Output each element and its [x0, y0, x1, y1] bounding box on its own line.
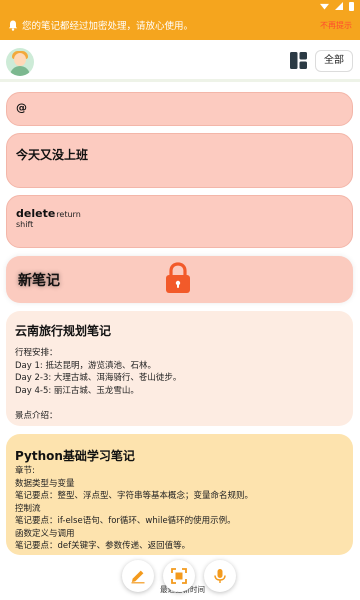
- wifi-icon: [320, 3, 329, 10]
- note-title: 云南旅行规划笔记: [15, 324, 112, 338]
- bell-icon: [8, 20, 18, 31]
- layout-toggle-icon[interactable]: [290, 52, 307, 69]
- lock-icon[interactable]: [165, 262, 191, 294]
- note-title-suffix: return: [56, 210, 81, 219]
- note-card[interactable]: Python基础学习笔记 章节: 数据类型与变量 笔记要点：整型、浮点型、字符串…: [6, 434, 353, 555]
- note-card[interactable]: 今天又没上班: [6, 133, 353, 188]
- notification-banner: 您的笔记都经过加密处理，请放心使用。 不再提示: [0, 0, 360, 40]
- note-title: @: [16, 101, 27, 114]
- note-body: 章节: 数据类型与变量 笔记要点：整型、浮点型、字符串等基本概念；变量命名规则。…: [15, 466, 254, 551]
- battery-icon: [349, 1, 354, 11]
- new-note-button[interactable]: [122, 560, 154, 592]
- note-card[interactable]: delete return shift: [6, 195, 353, 248]
- pencil-icon: [131, 570, 145, 584]
- scan-button[interactable]: [163, 560, 195, 592]
- note-card[interactable]: 云南旅行规划笔记 行程安排： Day 1: 抵达昆明，游览滇池、石林。 Day …: [6, 311, 353, 426]
- voice-note-button[interactable]: [204, 560, 236, 592]
- note-body: 行程安排： Day 1: 抵达昆明，游览滇池、石林。 Day 2-3: 大理古城…: [15, 348, 182, 421]
- note-title: Python基础学习笔记: [15, 449, 135, 463]
- mic-icon: [214, 569, 226, 583]
- avatar[interactable]: [6, 48, 34, 76]
- note-title: 今天又没上班: [16, 148, 89, 162]
- note-title: delete: [16, 207, 56, 220]
- banner-text: 您的笔记都经过加密处理，请放心使用。: [22, 21, 194, 32]
- signal-icon: [335, 2, 343, 10]
- status-bar: [320, 1, 354, 11]
- scan-icon: [171, 568, 187, 584]
- note-body: shift: [16, 220, 34, 229]
- dismiss-banner-link[interactable]: 不再提示: [320, 20, 352, 31]
- filter-all-button[interactable]: 全部: [315, 50, 353, 72]
- note-card[interactable]: @: [6, 92, 353, 126]
- app-header: 全部: [0, 40, 360, 82]
